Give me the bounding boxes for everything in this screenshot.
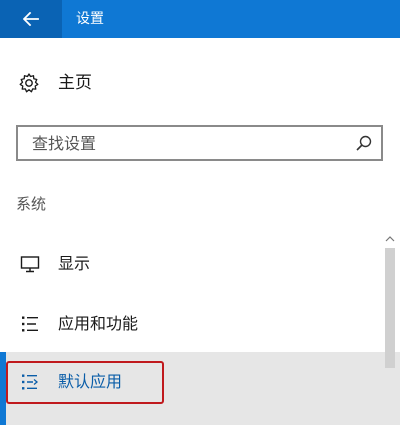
list-icon [22,316,38,332]
sidebar-item-apps-features[interactable]: 应用和功能 [0,296,380,352]
sidebar-item-label: 默认应用 [58,372,123,391]
scrollbar-thumb[interactable] [385,248,395,368]
section-label-system: 系统 [16,195,47,213]
default-apps-icon [22,374,39,390]
search-input[interactable] [18,127,348,159]
scroll-up-arrow-icon[interactable] [385,235,395,243]
title-bar: 设置 [0,0,400,38]
sidebar-item-label: 应用和功能 [58,314,139,333]
search-icon[interactable] [355,134,373,152]
sidebar-item-default-apps[interactable]: 默认应用 [0,352,400,425]
back-arrow-icon [23,12,39,26]
scrollbar[interactable] [383,232,397,425]
home-label: 主页 [58,73,92,93]
back-button[interactable] [0,0,62,38]
sidebar-item-label: 显示 [58,254,91,273]
home-nav-item[interactable]: 主页 [0,62,400,106]
search-box[interactable] [16,125,383,161]
gear-icon [19,73,39,93]
window-title: 设置 [76,11,104,27]
sidebar-item-display[interactable]: 显示 [0,236,380,292]
monitor-icon [20,256,40,273]
selection-indicator [0,352,6,425]
